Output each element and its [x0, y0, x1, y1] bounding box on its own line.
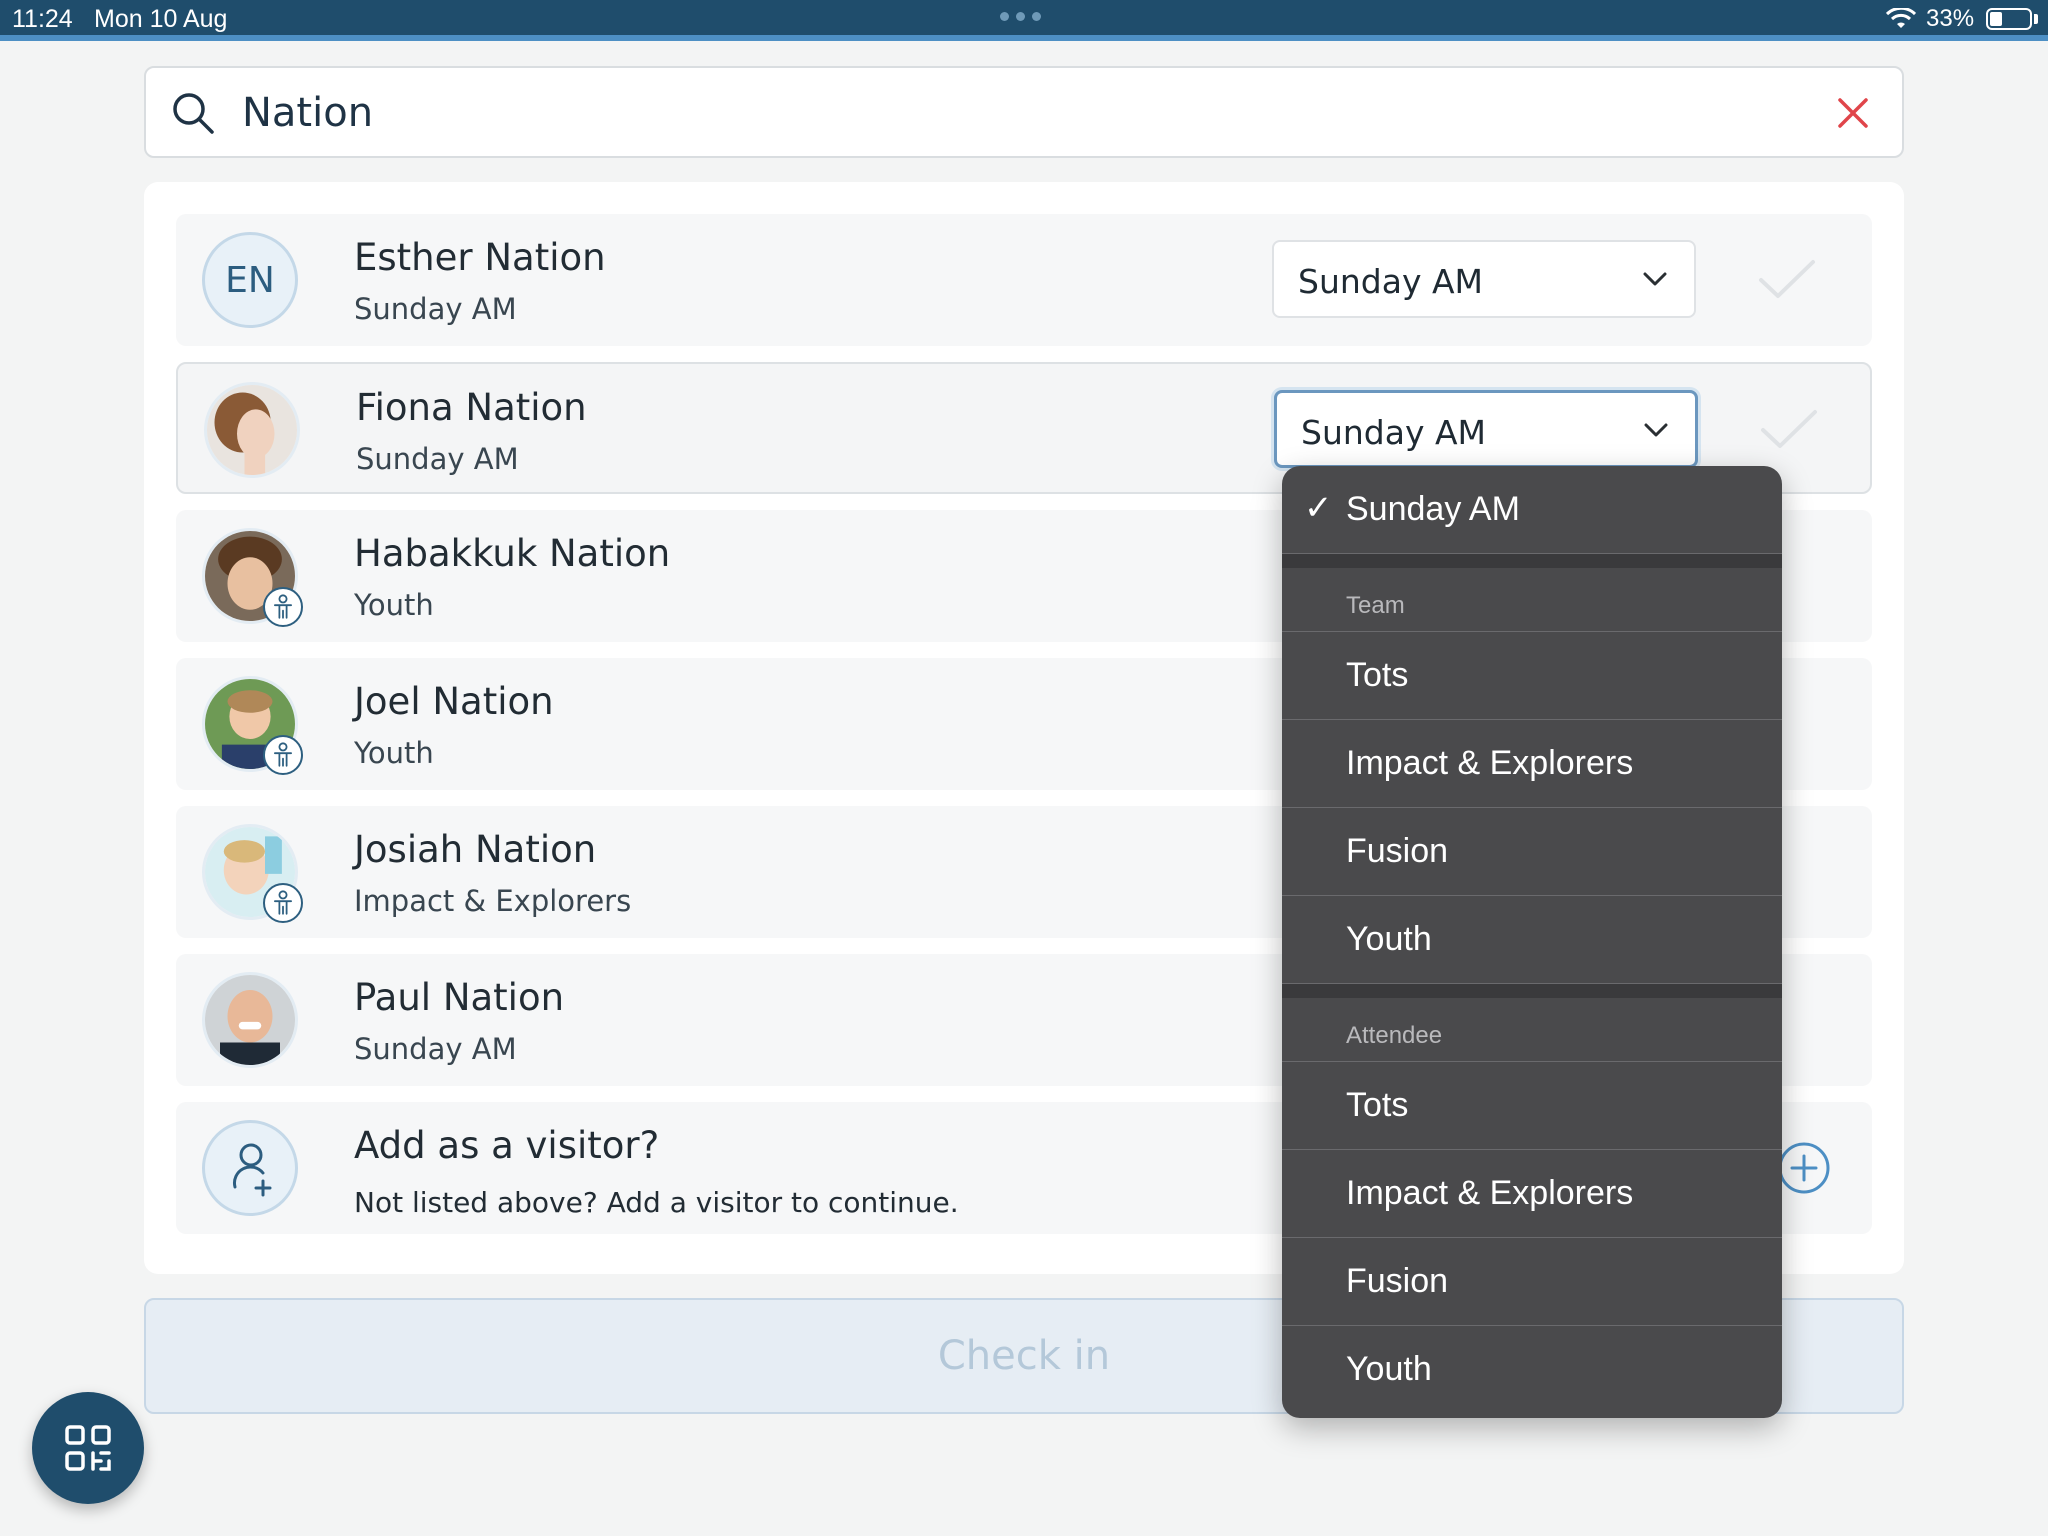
service-select[interactable]: Sunday AM [1274, 390, 1698, 468]
clear-search-icon[interactable] [1836, 96, 1870, 130]
battery-icon [1986, 8, 2032, 30]
person-name: Paul Nation [354, 976, 565, 1019]
person-name: Joel Nation [354, 680, 554, 723]
service-dropdown-menu: ✓ Sunday AM Team Tots Impact & Explorers… [1282, 466, 1782, 1418]
avatar-photo [207, 385, 297, 475]
avatar [202, 528, 303, 627]
checkin-check-icon[interactable] [1760, 408, 1818, 450]
chevron-down-icon [1644, 423, 1668, 437]
menu-item-team-tots[interactable]: Tots [1282, 632, 1782, 720]
search-icon [173, 93, 214, 134]
menu-item-team-fusion[interactable]: Fusion [1282, 808, 1782, 896]
visitor-subtitle: Not listed above? Add a visitor to conti… [354, 1186, 959, 1219]
add-circle-icon[interactable] [1776, 1140, 1832, 1196]
menu-item-attendee-fusion[interactable]: Fusion [1282, 1238, 1782, 1326]
search-input[interactable] [242, 86, 1742, 140]
menu-section-header: Attendee [1282, 998, 1782, 1062]
wifi-icon [1886, 8, 1916, 28]
person-name: Josiah Nation [354, 828, 597, 871]
multitasking-dots[interactable] [1000, 12, 1041, 21]
avatar-photo [205, 975, 295, 1065]
person-group: Impact & Explorers [354, 884, 632, 918]
avatar: EN [202, 232, 298, 328]
checkin-check-icon[interactable] [1758, 258, 1816, 300]
avatar [202, 972, 298, 1068]
checkmark-icon: ✓ [1304, 489, 1333, 527]
menu-item-attendee-youth[interactable]: Youth [1282, 1326, 1782, 1414]
service-select[interactable]: Sunday AM [1272, 240, 1696, 318]
child-icon [263, 587, 303, 627]
menu-item-attendee-tots[interactable]: Tots [1282, 1062, 1782, 1150]
person-name: Fiona Nation [356, 386, 587, 429]
status-bar: 11:24 Mon 10 Aug 33% [0, 0, 2048, 41]
status-date: Mon 10 Aug [94, 5, 228, 33]
child-icon [263, 883, 303, 923]
status-time: 11:24 [12, 5, 73, 33]
child-icon [263, 735, 303, 775]
chevron-down-icon [1643, 272, 1667, 286]
person-row-esther[interactable]: EN Esther Nation Sunday AM Sunday AM [176, 214, 1872, 346]
person-name: Habakkuk Nation [354, 532, 671, 575]
menu-section-header: Team [1282, 568, 1782, 632]
person-group: Youth [354, 736, 434, 770]
menu-item-sunday-am[interactable]: ✓ Sunday AM [1282, 466, 1782, 554]
person-group: Youth [354, 588, 434, 622]
visitor-title: Add as a visitor? [354, 1124, 660, 1167]
add-user-icon [233, 1143, 272, 1197]
menu-item-team-youth[interactable]: Youth [1282, 896, 1782, 984]
avatar [202, 824, 303, 923]
person-group: Sunday AM [354, 1032, 517, 1066]
search-bar [144, 66, 1904, 158]
qr-scan-button[interactable] [32, 1392, 144, 1504]
menu-item-team-impact-explorers[interactable]: Impact & Explorers [1282, 720, 1782, 808]
avatar [202, 676, 303, 775]
person-group: Sunday AM [356, 442, 519, 476]
battery-percent: 33% [1926, 5, 1975, 32]
avatar [202, 1120, 298, 1216]
qr-code-icon [65, 1425, 111, 1471]
person-name: Esther Nation [354, 236, 606, 279]
menu-item-attendee-impact-explorers[interactable]: Impact & Explorers [1282, 1150, 1782, 1238]
person-group: Sunday AM [354, 292, 517, 326]
avatar [204, 382, 300, 478]
